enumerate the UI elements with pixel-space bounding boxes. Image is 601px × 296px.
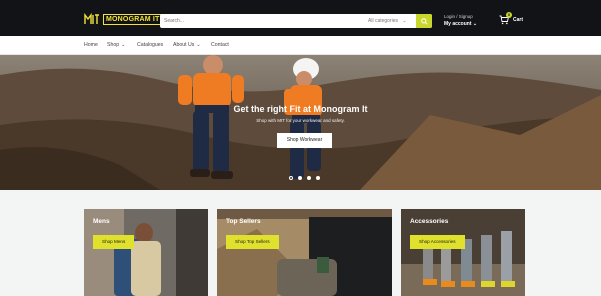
site-logo[interactable]: MONOGRAM IT <box>84 13 163 25</box>
card-title: Accessories <box>410 218 449 225</box>
nav-item-contact[interactable]: Contact <box>211 36 229 55</box>
my-account-link[interactable]: My account ⌄ <box>444 20 477 28</box>
search-button[interactable] <box>416 14 432 28</box>
slider-dot[interactable] <box>307 176 311 180</box>
cart-label: Cart <box>513 17 524 23</box>
card-title: Mens <box>93 218 110 225</box>
chevron-down-icon: ⌄ <box>472 21 478 27</box>
chevron-down-icon: ⌄ <box>121 42 126 48</box>
nav-item-label: Home <box>84 42 98 48</box>
nav-item-shop[interactable]: Shop ⌄ <box>107 36 125 55</box>
chevron-down-icon: ⌄ <box>196 42 201 48</box>
shop-mens-button[interactable]: Shop Mens <box>93 235 135 249</box>
cart-button[interactable]: 0 Cart <box>499 12 524 25</box>
shop-accessories-button[interactable]: Shop Accessories <box>410 235 465 249</box>
nav-item-label: Contact <box>211 42 229 48</box>
chevron-down-icon: ⌄ <box>402 18 407 24</box>
logo-mark-icon <box>84 13 100 25</box>
nav-item-home[interactable]: Home <box>84 36 98 55</box>
nav-item-label: Catalogues <box>137 42 164 48</box>
shop-workwear-button[interactable]: Shop Workwear <box>277 133 332 148</box>
nav-item-catalogues[interactable]: Catalogues <box>137 36 163 55</box>
slider-dots <box>289 176 320 180</box>
slider-dot[interactable] <box>316 176 320 180</box>
nav-item-label: About Us <box>173 42 195 48</box>
logo-text: MONOGRAM IT <box>103 13 163 25</box>
main-nav: Home Shop ⌄ Catalogues About Us ⌄ Contac… <box>0 36 601 55</box>
card-title: Top Sellers <box>226 218 261 225</box>
category-card-top-sellers[interactable]: Top Sellers Shop Top Sellers <box>217 209 392 296</box>
hero-title: Get the right Fit at Monogram It <box>233 104 368 114</box>
hero-slider: Get the right Fit at Monogram It Shop wi… <box>0 55 601 190</box>
search-icon <box>420 17 428 25</box>
slider-dot[interactable] <box>289 176 293 180</box>
nav-item-about-us[interactable]: About Us ⌄ <box>173 36 201 55</box>
category-card-accessories[interactable]: Accessories Shop Accessories <box>401 209 525 296</box>
search-input[interactable] <box>160 14 360 28</box>
slider-dot[interactable] <box>298 176 302 180</box>
nav-item-label: Shop <box>107 42 120 48</box>
hero-subtitle: Shop with MIT for your workwear and safe… <box>256 118 345 123</box>
category-card-mens[interactable]: Mens Shop Mens <box>84 209 208 296</box>
shop-top-sellers-button[interactable]: Shop Top Sellers <box>226 235 279 249</box>
cart-count-badge: 0 <box>506 12 512 18</box>
category-select-label: All categories <box>368 18 399 24</box>
my-account-label: My account <box>444 21 472 27</box>
top-header: MONOGRAM IT All categories ⌄ Login / Sig… <box>0 0 601 36</box>
account-menu[interactable]: Login / Signup My account ⌄ <box>444 14 477 28</box>
cart-icon: 0 <box>499 12 512 25</box>
category-select[interactable]: All categories ⌄ <box>368 14 407 28</box>
